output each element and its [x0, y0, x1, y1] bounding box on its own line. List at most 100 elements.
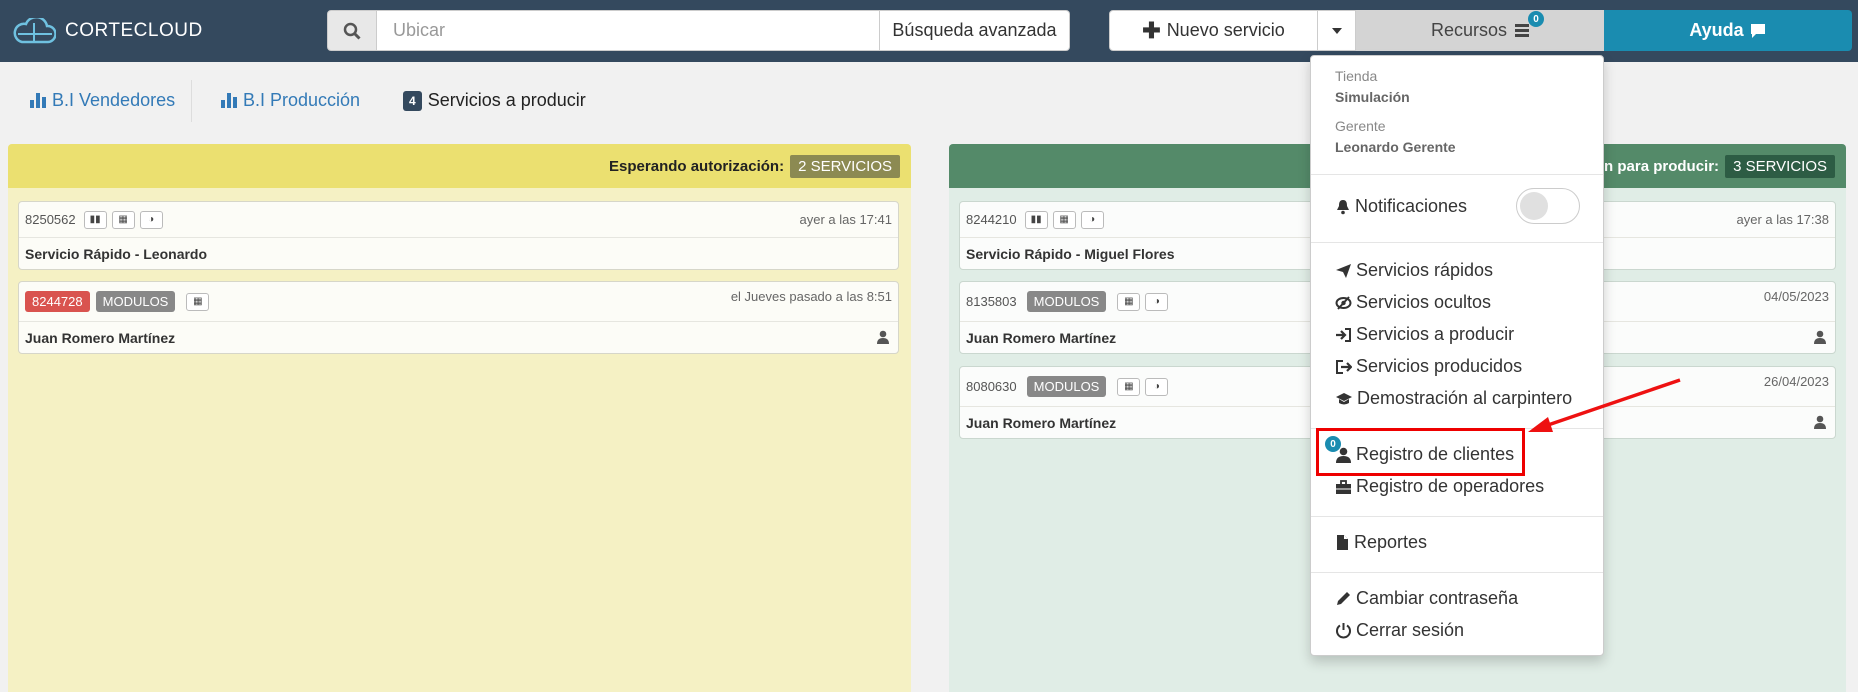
eye-slash-icon[interactable]: ◑ — [1145, 292, 1169, 311]
eye-slash-icon — [1335, 295, 1352, 310]
search-input[interactable] — [377, 10, 880, 51]
menu-item-reports[interactable]: Reportes — [1335, 532, 1427, 553]
menu-item-operator-registry[interactable]: Registro de operadores — [1335, 476, 1544, 497]
pencil-icon — [1337, 591, 1350, 605]
menu-divider — [1311, 174, 1603, 175]
cloud-logo-icon — [13, 18, 56, 44]
service-time: el Jueves pasado a las 8:51 — [730, 289, 892, 304]
services-to-produce-link[interactable]: 4 Servicios a producir — [403, 90, 586, 111]
awaiting-authorization-column: Esperando autorización: 2 SERVICIOS 8250… — [8, 144, 911, 692]
menu-item-quick-services[interactable]: Servicios rápidos — [1335, 260, 1493, 281]
menu-item-label: Servicios rápidos — [1356, 260, 1494, 280]
modulos-tag: MODULOS — [1026, 376, 1107, 397]
brand-logo[interactable]: CORTECLOUD — [12, 18, 203, 44]
hamburger-icon — [1515, 22, 1530, 39]
service-id: 8080630 — [966, 379, 1017, 394]
bar-chart-icon — [221, 93, 237, 108]
client-name: Juan Romero Martínez — [25, 329, 176, 346]
store-value: Simulación — [1335, 89, 1410, 105]
service-time: 26/04/2023 — [1763, 374, 1829, 389]
bell-icon — [1337, 199, 1349, 214]
chat-bubble-icon — [1750, 23, 1765, 38]
notifications-toggle[interactable] — [1516, 188, 1580, 224]
brand-name: CORTECLOUD — [65, 20, 203, 41]
reports-label: Reportes — [1354, 532, 1428, 552]
user-icon — [877, 330, 889, 344]
copy-icon[interactable]: ▮▮ — [1024, 210, 1048, 229]
menu-item-logout[interactable]: Cerrar sesión — [1335, 620, 1464, 641]
sign-in-icon — [1336, 327, 1351, 342]
client-name: Servicio Rápido - Leonardo — [25, 245, 208, 262]
column-title: ón para producir: — [1594, 157, 1720, 175]
qr-code-icon[interactable]: ▦ — [111, 210, 135, 229]
service-card[interactable]: 8244728 MODULOS ▦ el Jueves pasado a las… — [18, 281, 899, 354]
service-count-badge: 2 SERVICIOS — [790, 154, 900, 178]
user-icon — [1814, 330, 1826, 344]
qr-code-icon[interactable]: ▦ — [186, 292, 210, 311]
plus-icon: ✚ — [1142, 17, 1161, 43]
annotation-highlight-box — [1316, 428, 1525, 476]
help-label: Ayuda — [1689, 20, 1744, 40]
eye-slash-icon[interactable]: ◑ — [1080, 210, 1104, 229]
briefcase-icon — [1336, 479, 1351, 494]
column-header: Esperando autorización: 2 SERVICIOS — [8, 144, 911, 188]
services-to-produce-label: Servicios a producir — [427, 90, 586, 110]
service-card[interactable]: 8250562 ▮▮ ▦ ◑ ayer a las 17:41 Servicio… — [18, 201, 899, 270]
service-time: ayer a las 17:38 — [1736, 212, 1829, 227]
service-id: 8250562 — [25, 212, 76, 227]
bi-production-link[interactable]: B.I Producción — [221, 90, 360, 111]
help-button[interactable]: Ayuda — [1604, 10, 1852, 51]
bi-sellers-label: B.I Vendedores — [52, 90, 176, 110]
new-service-button[interactable]: ✚ Nuevo servicio — [1109, 10, 1318, 51]
menu-item-services-to-produce[interactable]: Servicios a producir — [1335, 324, 1514, 345]
sign-out-icon — [1336, 359, 1352, 374]
advanced-search-button[interactable]: Búsqueda avanzada — [880, 10, 1070, 51]
menu-item-carpenter-demo[interactable]: Demostración al carpintero — [1335, 388, 1572, 409]
eye-slash-icon[interactable]: ◑ — [1145, 377, 1169, 396]
new-service-dropdown-toggle[interactable] — [1318, 10, 1356, 51]
resources-badge: 0 — [1528, 11, 1544, 27]
service-id: 8244210 — [966, 212, 1017, 227]
qr-code-icon[interactable]: ▦ — [1117, 292, 1141, 311]
menu-item-hidden-services[interactable]: Servicios ocultos — [1335, 292, 1491, 313]
menu-divider — [1311, 516, 1603, 517]
qr-code-icon[interactable]: ▦ — [1052, 210, 1076, 229]
operator-registry-label: Registro de operadores — [1356, 476, 1545, 496]
menu-item-label: Servicios ocultos — [1356, 292, 1492, 312]
menu-item-label: Demostración al carpintero — [1357, 388, 1573, 408]
qr-code-icon[interactable]: ▦ — [1117, 377, 1141, 396]
service-id-badge: 8244728 — [25, 291, 90, 312]
service-time: ayer a las 17:41 — [799, 212, 892, 227]
menu-divider — [1311, 572, 1603, 573]
menu-item-label: Servicios producidos — [1356, 356, 1523, 376]
menu-item-produced-services[interactable]: Servicios producidos — [1335, 356, 1522, 377]
user-icon — [1814, 415, 1826, 429]
bi-sellers-link[interactable]: B.I Vendedores — [30, 90, 175, 111]
nav-divider — [191, 80, 192, 122]
search-icon[interactable] — [327, 10, 377, 51]
caret-down-icon — [1331, 27, 1342, 34]
graduation-cap-icon — [1336, 392, 1352, 404]
power-icon — [1336, 623, 1351, 639]
resources-menu-button[interactable]: Recursos 0 — [1356, 10, 1604, 51]
eye-slash-icon[interactable]: ◑ — [139, 210, 163, 229]
paper-plane-icon — [1336, 263, 1351, 278]
resources-dropdown-menu: Tienda Simulación Gerente Leonardo Geren… — [1310, 55, 1604, 656]
client-name: Juan Romero Martínez — [966, 329, 1117, 346]
modulos-tag: MODULOS — [1026, 291, 1107, 312]
manager-value: Leonardo Gerente — [1335, 139, 1456, 155]
file-icon — [1337, 535, 1348, 550]
notifications-label: Notificaciones — [1355, 196, 1468, 216]
modulos-tag: MODULOS — [95, 291, 176, 312]
store-label: Tienda — [1335, 68, 1378, 84]
copy-icon[interactable]: ▮▮ — [83, 210, 107, 229]
search-group: Búsqueda avanzada — [327, 10, 1070, 51]
menu-item-change-password[interactable]: Cambiar contraseña — [1335, 588, 1518, 609]
change-password-label: Cambiar contraseña — [1356, 588, 1519, 608]
menu-divider — [1311, 242, 1603, 243]
client-name: Juan Romero Martínez — [966, 414, 1117, 431]
column-title: Esperando autorización: — [609, 157, 785, 175]
menu-item-label: Servicios a producir — [1356, 324, 1515, 344]
top-navbar: CORTECLOUD Búsqueda avanzada ✚ Nuevo ser… — [0, 0, 1858, 62]
service-id: 8135803 — [966, 294, 1017, 309]
